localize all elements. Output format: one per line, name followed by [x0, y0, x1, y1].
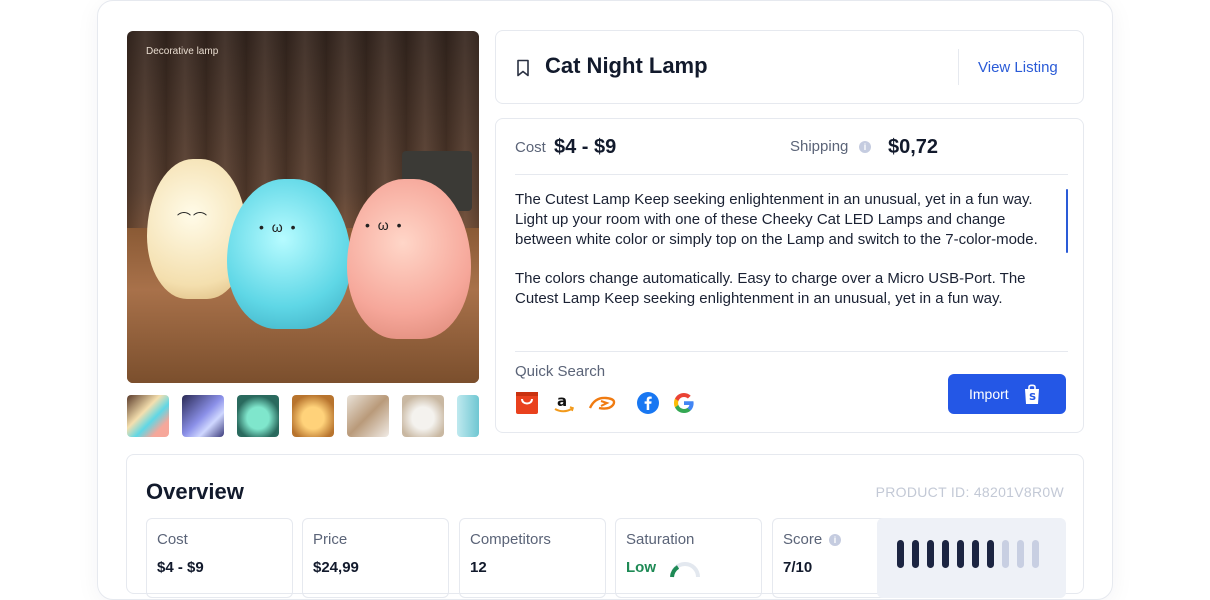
stat-cost-label: Cost: [157, 531, 188, 548]
stat-saturation-value: Low: [626, 559, 656, 576]
stat-score: Score i 7/10: [772, 518, 892, 598]
score-bar: [1002, 540, 1009, 568]
shipping-value: $0,72: [888, 136, 939, 158]
score-meter: [877, 518, 1066, 598]
cost-label: Cost: [515, 139, 546, 156]
product-main-image[interactable]: ⌒⌒ • ω • • ω • Decorative lamp: [127, 31, 479, 383]
score-bar: [897, 540, 904, 568]
thumbnail-2[interactable]: [182, 395, 224, 437]
product-description: The Cutest Lamp Keep seeking enlightenme…: [515, 190, 1055, 328]
score-bar: [927, 540, 934, 568]
description-paragraph-1: The Cutest Lamp Keep seeking enlightenme…: [515, 191, 1038, 248]
svg-text:a: a: [557, 392, 567, 410]
google-icon[interactable]: [672, 391, 696, 415]
saturation-gauge-icon: [670, 562, 700, 578]
thumbnail-6[interactable]: [402, 395, 444, 437]
title-card: Cat Night Lamp View Listing: [495, 30, 1084, 104]
overview-title: Overview: [146, 479, 244, 504]
svg-text:S: S: [1029, 392, 1036, 403]
stat-competitors: Competitors 12: [459, 518, 606, 598]
details-divider-bottom: [515, 351, 1068, 352]
stat-score-value: 7/10: [783, 559, 813, 576]
import-button-label: Import: [969, 386, 1009, 402]
thumbnail-7[interactable]: [457, 395, 479, 437]
shipping-label: Shipping: [790, 138, 849, 155]
description-paragraph-2: The colors change automatically. Easy to…: [515, 270, 1026, 307]
thumbnail-5[interactable]: [347, 395, 389, 437]
aliexpress-icon[interactable]: [515, 391, 539, 415]
product-id: PRODUCT ID: 48201V8R0W: [875, 484, 1064, 500]
quick-search-label: Quick Search: [515, 363, 606, 380]
score-bar: [1017, 540, 1024, 568]
thumbnail-1[interactable]: [127, 395, 169, 437]
thumbnail-3[interactable]: [237, 395, 279, 437]
view-listing-link[interactable]: View Listing: [978, 59, 1058, 76]
alibaba-icon[interactable]: [587, 391, 621, 415]
shopify-bag-icon: S: [1025, 384, 1039, 404]
stat-price-label: Price: [313, 531, 348, 548]
stat-score-label: Score: [783, 531, 823, 548]
score-bar: [957, 540, 964, 568]
image-lamp-pink: • ω •: [347, 179, 471, 339]
thumbnail-4[interactable]: [292, 395, 334, 437]
amazon-icon[interactable]: a: [552, 391, 576, 415]
score-bar: [942, 540, 949, 568]
thumbnail-strip: [127, 395, 479, 437]
score-bar: [972, 540, 979, 568]
details-card: Cost $4 - $9 Shipping i $0,72 The Cutest…: [495, 118, 1084, 433]
score-bar: [912, 540, 919, 568]
facebook-icon[interactable]: [636, 391, 660, 415]
stat-saturation-label: Saturation: [626, 531, 695, 548]
stat-competitors-value: 12: [470, 559, 487, 576]
stat-price: Price $24,99: [302, 518, 449, 598]
stat-cost: Cost $4 - $9: [146, 518, 293, 598]
score-info-icon[interactable]: i: [829, 534, 841, 546]
image-caption: Decorative lamp: [146, 46, 219, 57]
bookmark-icon[interactable]: [516, 59, 530, 77]
stat-price-value: $24,99: [313, 559, 359, 576]
description-scrollbar[interactable]: [1066, 189, 1068, 253]
details-divider-top: [515, 174, 1068, 175]
stat-competitors-label: Competitors: [470, 531, 551, 548]
title-divider: [958, 49, 959, 85]
product-title: Cat Night Lamp: [545, 53, 708, 78]
overview-card: Overview PRODUCT ID: 48201V8R0W Cost $4 …: [126, 454, 1084, 598]
stat-cost-value: $4 - $9: [157, 559, 204, 576]
cost-value: $4 - $9: [554, 136, 617, 158]
score-bar: [987, 540, 994, 568]
score-bar: [1032, 540, 1039, 568]
stat-saturation: Saturation Low: [615, 518, 762, 598]
image-lamp-blue: • ω •: [227, 179, 351, 329]
shipping-info-icon[interactable]: i: [859, 141, 871, 153]
import-button[interactable]: Import S: [948, 374, 1066, 414]
